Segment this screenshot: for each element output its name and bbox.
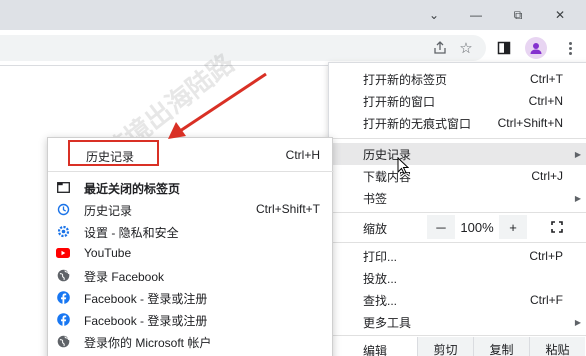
submenu-item-facebook-signup-1[interactable]: Facebook - 登录或注册 bbox=[48, 286, 334, 308]
zoom-out-button[interactable]: － bbox=[427, 215, 455, 239]
chevron-right-icon: ▶ bbox=[574, 193, 581, 203]
chevron-down-icon: ⌄ bbox=[428, 8, 440, 22]
close-icon: ✕ bbox=[554, 8, 566, 22]
menu-item-more-tools[interactable]: 更多工具 ▶ bbox=[329, 311, 586, 333]
profile-avatar[interactable] bbox=[525, 37, 547, 59]
share-icon[interactable] bbox=[430, 38, 450, 58]
settings-icon bbox=[56, 224, 70, 238]
menu-item-find[interactable]: 查找... Ctrl+F bbox=[329, 289, 586, 311]
chrome-main-menu: 打开新的标签页 Ctrl+T 打开新的窗口 Ctrl+N 打开新的无痕式窗口 C… bbox=[328, 62, 586, 356]
submenu-item-facebook-login[interactable]: 登录 Facebook bbox=[48, 264, 334, 286]
chevron-right-icon: ▶ bbox=[574, 149, 581, 159]
address-bar[interactable] bbox=[0, 35, 486, 61]
youtube-icon bbox=[56, 246, 70, 260]
menu-item-downloads[interactable]: 下载内容 Ctrl+J bbox=[329, 165, 586, 187]
globe-icon bbox=[56, 268, 70, 282]
title-bar: ⌄ — ⧉ ✕ bbox=[0, 0, 586, 30]
menu-item-print[interactable]: 打印... Ctrl+P bbox=[329, 245, 586, 267]
zoom-level: 100% bbox=[455, 215, 499, 239]
menu-divider bbox=[329, 212, 586, 213]
menu-divider bbox=[329, 335, 586, 336]
more-menu-button[interactable] bbox=[560, 38, 580, 58]
facebook-icon bbox=[56, 290, 70, 304]
side-panel-icon[interactable] bbox=[494, 38, 514, 58]
minimize-icon: — bbox=[470, 8, 482, 22]
copy-button[interactable]: 复制 bbox=[473, 337, 529, 356]
submenu-item-youtube[interactable]: YouTube bbox=[48, 242, 334, 264]
cut-button[interactable]: 剪切 bbox=[417, 337, 473, 356]
mouse-cursor-icon bbox=[397, 157, 409, 175]
chevron-right-icon: ▶ bbox=[574, 317, 581, 327]
submenu-item-facebook-signup-2[interactable]: Facebook - 登录或注册 bbox=[48, 308, 334, 330]
submenu-divider bbox=[48, 171, 334, 172]
submenu-item-history[interactable]: 历史记录 Ctrl+Shift+T bbox=[48, 198, 334, 220]
menu-item-new-window[interactable]: 打开新的窗口 Ctrl+N bbox=[329, 90, 586, 112]
submenu-item-settings-privacy[interactable]: 设置 - 隐私和安全 bbox=[48, 220, 334, 242]
menu-item-new-tab[interactable]: 打开新的标签页 Ctrl+T bbox=[329, 68, 586, 90]
menu-item-cast[interactable]: 投放... bbox=[329, 267, 586, 289]
facebook-icon bbox=[56, 312, 70, 326]
maximize-button[interactable]: ⧉ bbox=[498, 2, 538, 28]
globe-icon bbox=[56, 334, 70, 348]
menu-item-history[interactable]: 历史记录 ▶ bbox=[329, 143, 586, 165]
menu-divider bbox=[329, 242, 586, 243]
minimize-button[interactable]: — bbox=[456, 2, 496, 28]
bookmark-star-icon[interactable]: ☆ bbox=[456, 38, 476, 58]
history-icon bbox=[56, 202, 70, 216]
tab-search-button[interactable]: ⌄ bbox=[414, 2, 454, 28]
paste-button[interactable]: 粘贴 bbox=[529, 337, 585, 356]
restore-icon: ⧉ bbox=[513, 7, 523, 22]
person-icon bbox=[530, 43, 542, 54]
fullscreen-button[interactable] bbox=[537, 215, 577, 239]
zoom-row: 缩放 － 100% + bbox=[329, 215, 586, 239]
menu-divider bbox=[329, 138, 586, 139]
history-submenu: 历史记录 Ctrl+H 最近关闭的标签页 历史记录 Ctrl+Shift+T 设… bbox=[47, 137, 334, 356]
annotation-highlight-box bbox=[68, 140, 159, 166]
menu-item-bookmarks[interactable]: 书签 ▶ bbox=[329, 187, 586, 209]
tab-icon bbox=[56, 180, 70, 194]
edit-row: 编辑 剪切 复制 粘贴 bbox=[329, 337, 586, 356]
fullscreen-icon bbox=[551, 221, 563, 233]
submenu-item-microsoft-login[interactable]: 登录你的 Microsoft 帐户 bbox=[48, 330, 334, 352]
submenu-item-recently-closed[interactable]: 最近关闭的标签页 bbox=[48, 176, 334, 198]
menu-item-new-incognito-window[interactable]: 打开新的无痕式窗口 Ctrl+Shift+N bbox=[329, 112, 586, 134]
browser-toolbar: ☆ bbox=[0, 30, 586, 66]
close-button[interactable]: ✕ bbox=[540, 2, 580, 28]
zoom-in-button[interactable]: + bbox=[499, 215, 527, 239]
